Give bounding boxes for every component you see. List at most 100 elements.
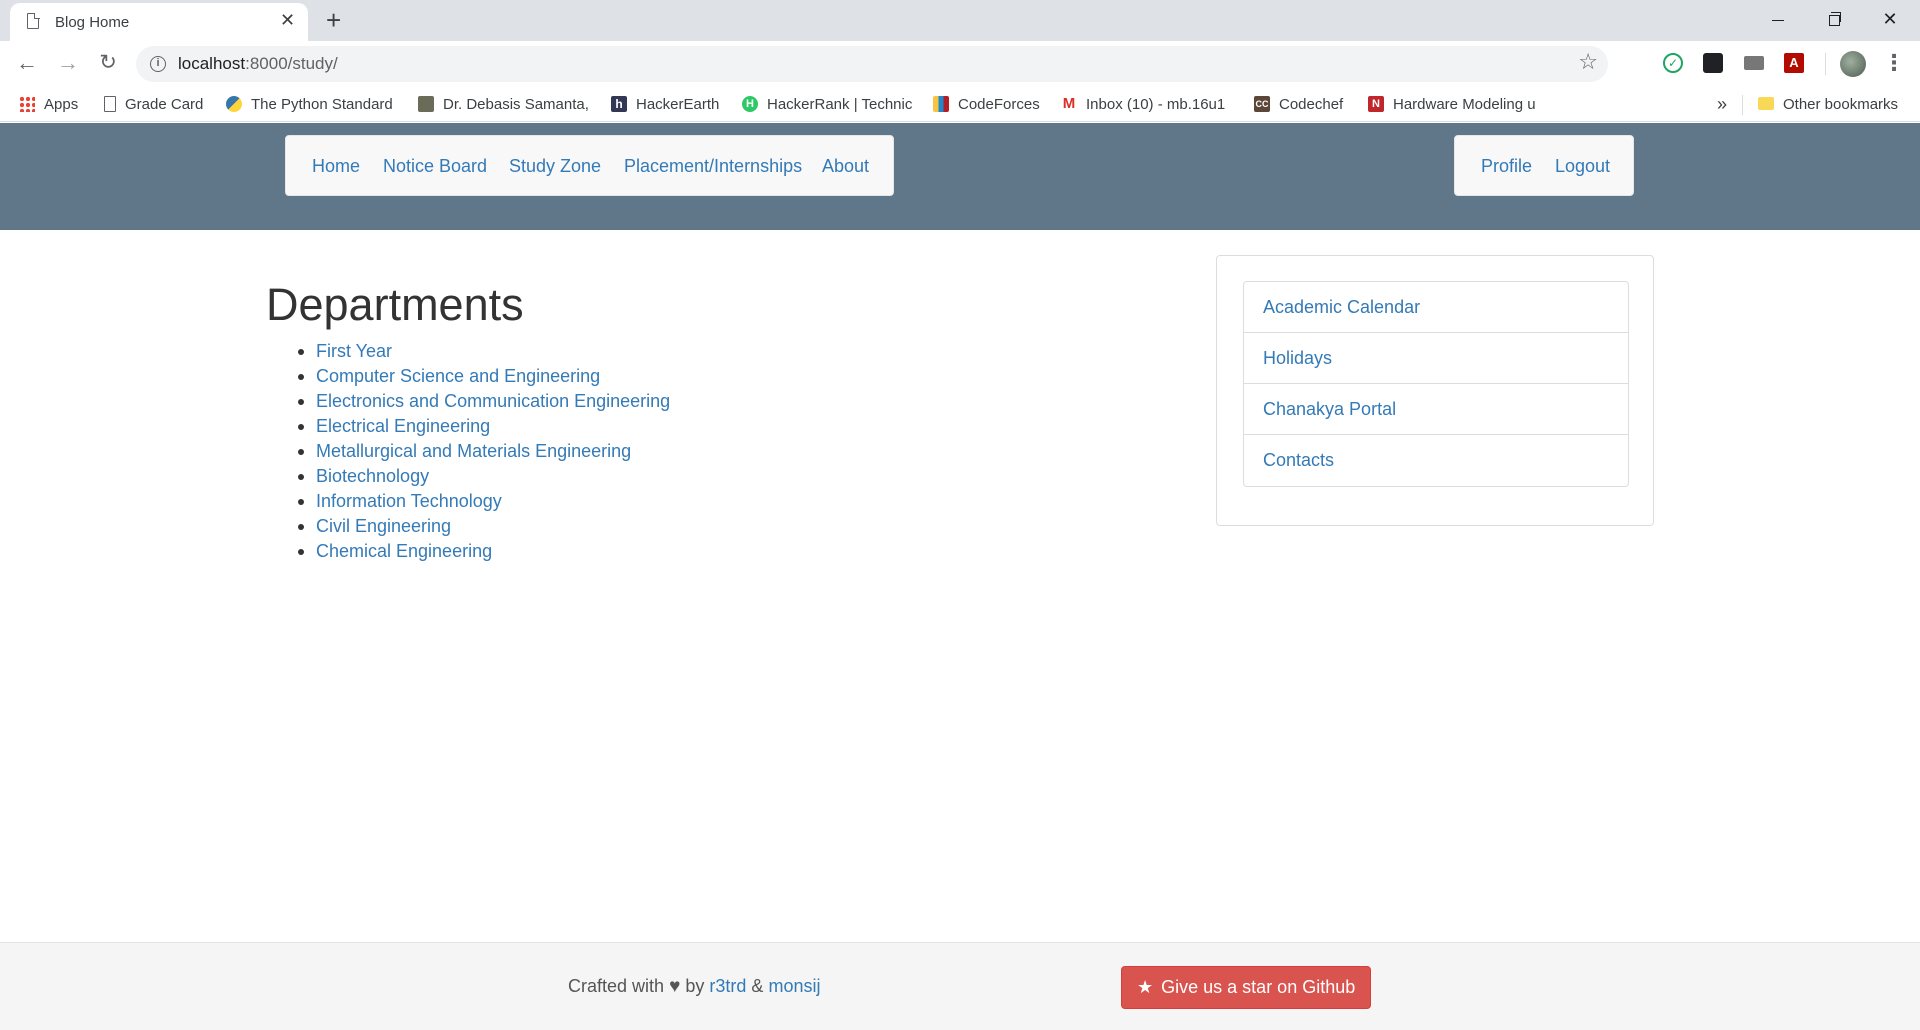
bookmark-python[interactable]: The Python Standard [226, 87, 393, 122]
browser-menu-icon[interactable]: ⋮ [1883, 49, 1905, 77]
nav-study-zone[interactable]: Study Zone [509, 136, 601, 197]
sidebar-item-contacts[interactable]: Contacts [1244, 435, 1628, 486]
bookmark-codeforces[interactable]: CodeForces [933, 87, 1040, 122]
bookmark-label: The Python Standard [251, 96, 393, 113]
bookmark-label: Inbox (10) - mb.16u1 [1086, 96, 1226, 113]
hackerrank-icon: H [742, 95, 758, 112]
page-icon [104, 95, 116, 112]
extension-check-icon[interactable]: ✓ [1663, 53, 1683, 73]
url-host: localhost [178, 54, 246, 73]
list-item: Civil Engineering [266, 514, 866, 539]
bookmark-apps[interactable]: Apps [19, 87, 78, 122]
tab-close-icon[interactable]: ✕ [280, 10, 295, 30]
page-footer: Crafted with ♥ by r3trd & monsij ★ Give u… [0, 942, 1920, 1030]
header-banner: Home Notice Board Study Zone Placement/I… [0, 123, 1920, 230]
url-text: localhost:8000/study/ [178, 54, 338, 74]
bookmark-label: Apps [44, 96, 79, 113]
bookmark-label: Dr. Debasis Samanta, [443, 96, 589, 113]
department-link[interactable]: Metallurgical and Materials Engineering [316, 441, 631, 461]
department-list: First Year Computer Science and Engineer… [266, 339, 866, 564]
python-icon [226, 95, 242, 112]
browser-toolbar: ← → ↻ i localhost:8000/study/ ☆ ✓ A ⋮ [0, 41, 1920, 87]
reload-icon[interactable]: ↻ [94, 49, 122, 77]
bookmark-grade-card[interactable]: Grade Card [104, 87, 203, 122]
browser-tab[interactable]: Blog Home ✕ [10, 3, 308, 41]
extension-pdf-icon[interactable]: A [1784, 53, 1804, 73]
bookmarks-divider [1742, 95, 1743, 115]
window-minimize-button[interactable] [1750, 0, 1806, 41]
nptel-icon: N [1368, 95, 1384, 112]
department-link[interactable]: First Year [316, 341, 392, 361]
by-text: by [685, 976, 705, 996]
list-item: First Year [266, 339, 866, 364]
address-bar[interactable]: i localhost:8000/study/ ☆ [136, 46, 1608, 82]
other-bookmarks-label: Other bookmarks [1783, 96, 1899, 113]
gmail-icon: M [1062, 94, 1076, 112]
department-link[interactable]: Civil Engineering [316, 516, 451, 536]
bookmark-hardware-modeling[interactable]: N Hardware Modeling u [1368, 87, 1536, 122]
bookmark-label: HackerEarth [636, 96, 720, 113]
bookmark-gmail[interactable]: M Inbox (10) - mb.16u1 [1061, 87, 1226, 122]
department-link[interactable]: Biotechnology [316, 466, 429, 486]
department-link[interactable]: Information Technology [316, 491, 502, 511]
list-item: Biotechnology [266, 464, 866, 489]
bookmark-label: Hardware Modeling u [1393, 96, 1536, 113]
url-path: :8000/study/ [245, 54, 338, 73]
forward-icon[interactable]: → [54, 49, 82, 77]
nav-logout[interactable]: Logout [1555, 136, 1610, 197]
nav-home[interactable]: Home [312, 136, 360, 197]
bookmark-label: CodeForces [958, 96, 1040, 113]
author-link-monsij[interactable]: monsij [768, 976, 820, 996]
extension-gray-icon[interactable] [1744, 56, 1764, 70]
star-icon: ★ [1137, 977, 1154, 997]
bookmark-label: Grade Card [125, 96, 204, 113]
nav-about[interactable]: About [822, 136, 869, 197]
department-link[interactable]: Electronics and Communication Engineerin… [316, 391, 670, 411]
nav-profile[interactable]: Profile [1481, 136, 1532, 197]
department-link[interactable]: Electrical Engineering [316, 416, 490, 436]
toolbar-divider [1825, 53, 1826, 75]
bookmark-samanta[interactable]: Dr. Debasis Samanta, [418, 87, 589, 122]
author-link-r3trd[interactable]: r3trd [709, 976, 746, 996]
hackerearth-icon: h [611, 95, 627, 112]
user-nav: Profile Logout [1454, 135, 1634, 196]
sidebar-item-academic-calendar[interactable]: Academic Calendar [1244, 282, 1628, 333]
tab-title: Blog Home [55, 14, 130, 31]
bookmark-hackerrank[interactable]: H HackerRank | Technic [742, 87, 912, 122]
profile-avatar[interactable] [1840, 51, 1866, 77]
main-nav: Home Notice Board Study Zone Placement/I… [285, 135, 894, 196]
other-bookmarks[interactable]: Other bookmarks [1758, 87, 1898, 122]
site-info-icon[interactable]: i [150, 56, 166, 72]
tab-strip: Blog Home ✕ + ✕ [0, 0, 1920, 41]
nav-notice-board[interactable]: Notice Board [383, 136, 487, 197]
sidebar-item-chanakya-portal[interactable]: Chanakya Portal [1244, 384, 1628, 435]
bookmark-label: Codechef [1279, 96, 1344, 113]
portrait-icon [418, 95, 434, 112]
bookmark-hackerearth[interactable]: h HackerEarth [611, 87, 719, 122]
folder-icon [1758, 97, 1774, 111]
bookmark-codechef[interactable]: CC Codechef [1254, 87, 1343, 122]
github-button-label: Give us a star on Github [1161, 977, 1356, 997]
list-item: Chemical Engineering [266, 539, 866, 564]
main-content: Departments First Year Computer Science … [266, 278, 670, 561]
bookmark-star-icon[interactable]: ☆ [1578, 49, 1598, 75]
sidebar-link-group: Academic Calendar Holidays Chanakya Port… [1243, 281, 1629, 487]
extension-terminal-icon[interactable] [1703, 53, 1723, 73]
nav-placement-internships[interactable]: Placement/Internships [624, 136, 802, 197]
github-star-button[interactable]: ★ Give us a star on Github [1121, 966, 1371, 1009]
department-link[interactable]: Chemical Engineering [316, 541, 492, 561]
list-item: Information Technology [266, 489, 866, 514]
sidebar-panel: Academic Calendar Holidays Chanakya Port… [1216, 255, 1654, 526]
window-restore-button[interactable] [1806, 0, 1862, 41]
heart-icon: ♥ [669, 976, 681, 997]
bookmark-label: HackerRank | Technic [767, 96, 913, 113]
department-link[interactable]: Computer Science and Engineering [316, 366, 600, 386]
new-tab-button[interactable]: + [326, 5, 341, 35]
window-close-button[interactable]: ✕ [1862, 0, 1918, 41]
bookmarks-overflow-button[interactable]: » [1717, 87, 1727, 122]
list-item: Computer Science and Engineering [266, 364, 866, 389]
page-icon [27, 12, 40, 29]
back-icon[interactable]: ← [13, 49, 41, 77]
codechef-icon: CC [1254, 95, 1270, 112]
sidebar-item-holidays[interactable]: Holidays [1244, 333, 1628, 384]
